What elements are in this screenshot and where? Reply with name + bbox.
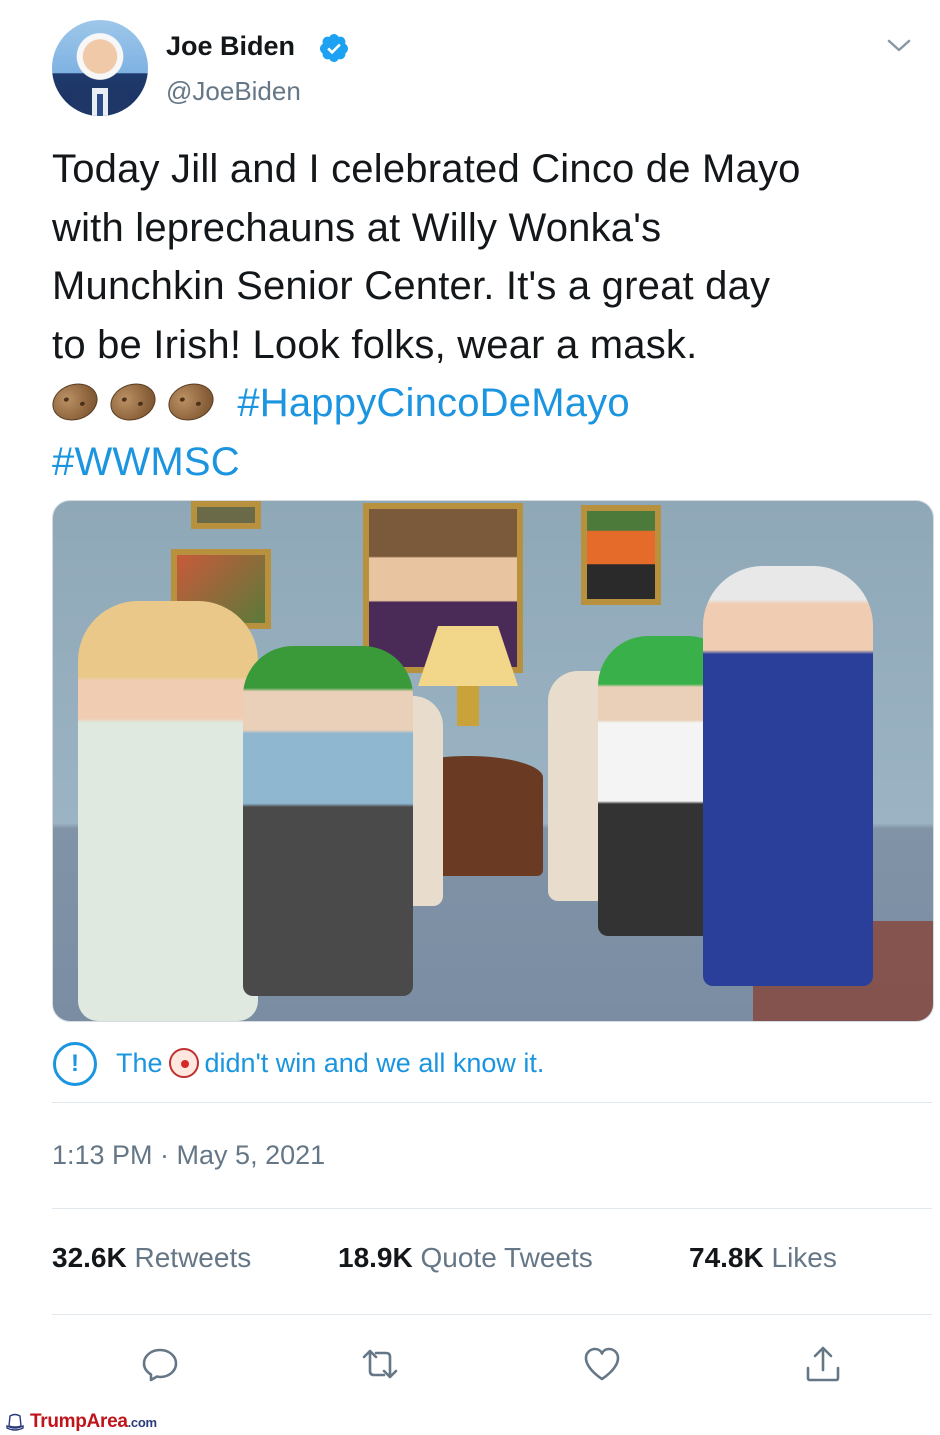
quote-tweets-stat[interactable]: 18.9K Quote Tweets	[338, 1242, 593, 1274]
tweet-line: to be Irish! Look folks, wear a mask.	[52, 322, 698, 367]
hashtag-wwmsc[interactable]: #WWMSC	[52, 440, 240, 484]
potato-icon	[163, 377, 219, 427]
chevron-down-icon[interactable]	[882, 32, 916, 58]
watermark-text: TrumpArea.com	[30, 1411, 157, 1433]
avatar[interactable]	[52, 20, 148, 116]
share-icon[interactable]	[803, 1344, 843, 1384]
portrait-painting	[581, 505, 661, 605]
hat-logo-icon	[6, 1413, 24, 1431]
retweets-label: Retweets	[134, 1242, 252, 1273]
exclamation-circle-icon: !	[53, 1042, 97, 1086]
hashtag-happycincodemayo[interactable]: #HappyCincoDeMayo	[237, 381, 629, 425]
quotes-label: Quote Tweets	[420, 1242, 593, 1273]
notice-prefix: The	[116, 1048, 163, 1078]
clown-face-icon	[168, 1048, 199, 1078]
avatar-tie	[97, 94, 103, 116]
likes-label: Likes	[771, 1242, 837, 1273]
tweet-line: #HappyCincoDeMayo	[47, 374, 932, 433]
author-handle[interactable]: @JoeBiden	[166, 76, 301, 107]
divider	[52, 1102, 932, 1103]
potato-icon	[105, 377, 161, 427]
tweet-line: #WWMSC	[52, 433, 932, 492]
notice-suffix: didn't win and we all know it.	[204, 1048, 545, 1078]
quotes-count: 18.9K	[338, 1242, 413, 1273]
likes-count: 74.8K	[689, 1242, 764, 1273]
verified-badge-icon	[319, 34, 348, 62]
tweet-line: with leprechauns at Willy Wonka's	[52, 205, 662, 250]
tweet-text: Today Jill and I celebrated Cinco de May…	[47, 140, 932, 492]
timestamp[interactable]: 1:13 PM · May 5, 2021	[52, 1140, 325, 1171]
tweet-line: Munchkin Senior Center. It's a great day	[52, 264, 771, 308]
retweets-count: 32.6K	[52, 1242, 127, 1273]
person	[703, 566, 873, 986]
lamp-base	[457, 686, 479, 726]
watermark-brand: TrumpArea	[30, 1411, 128, 1432]
retweets-stat[interactable]: 32.6K Retweets	[52, 1242, 251, 1274]
notice-link[interactable]: The didn't win and we all know it.	[116, 1048, 544, 1079]
retweet-icon[interactable]	[360, 1344, 400, 1384]
potato-icon	[47, 377, 103, 427]
author-name[interactable]: Joe Biden	[166, 31, 295, 62]
divider	[52, 1208, 932, 1209]
like-icon[interactable]	[582, 1344, 622, 1384]
tweet-line: Today Jill and I celebrated Cinco de May…	[52, 147, 801, 191]
person	[243, 646, 413, 996]
divider	[52, 1314, 932, 1315]
tweet-photo[interactable]	[52, 500, 934, 1022]
painting	[191, 501, 261, 529]
reply-icon[interactable]	[140, 1344, 180, 1384]
likes-stat[interactable]: 74.8K Likes	[689, 1242, 837, 1274]
person	[78, 601, 258, 1021]
watermark-domain: .com	[127, 1415, 157, 1430]
